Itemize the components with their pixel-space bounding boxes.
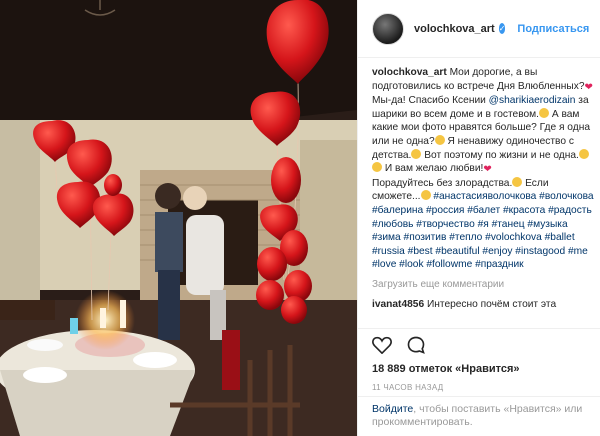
post-actions: 18 889 отметок «Нравится» 11 ЧАСОВ НАЗАД	[358, 328, 600, 392]
likes-count[interactable]: 18 889 отметок «Нравится»	[372, 363, 587, 375]
follow-button[interactable]: Подписаться	[517, 23, 589, 35]
photo-scene	[0, 0, 357, 436]
comment: ivanat4856 Интересно почём стоит эта	[372, 298, 594, 312]
post-photo[interactable]	[0, 0, 357, 436]
caption-text-7: И вам желаю любви!	[382, 163, 484, 175]
caption-hashtags[interactable]: #анастасияволочкова #волочкова #балерина…	[372, 191, 594, 270]
heart-outline-icon[interactable]	[372, 336, 392, 359]
verified-icon: ✓	[498, 23, 506, 34]
laugh-emoji-icon	[434, 134, 445, 145]
username[interactable]: volochkova_art	[414, 23, 495, 35]
blush-emoji-icon	[420, 190, 431, 201]
post-sidebar: volochkova_art ✓ Подписаться volochkova_…	[357, 0, 600, 436]
avatar[interactable]	[372, 12, 404, 45]
login-prompt: Войдите, чтобы поставить «Нравится» или …	[358, 396, 600, 429]
caption-mention[interactable]: @sharikiaerodizain	[489, 95, 576, 106]
comments-area: volochkova_art Мои дорогие, а вы подгото…	[372, 66, 594, 311]
comment-icon[interactable]	[406, 335, 426, 360]
heart-emoji-icon: ❤	[584, 81, 593, 93]
caption: volochkova_art Мои дорогие, а вы подгото…	[372, 66, 594, 272]
heart-emoji-icon-2: ❤	[483, 164, 492, 176]
caption-text-2: Мы-да! Спасибо Ксении	[372, 95, 489, 107]
timestamp: 11 ЧАСОВ НАЗАД	[372, 383, 444, 392]
post-header: volochkova_art ✓ Подписаться	[358, 0, 600, 58]
login-link[interactable]: Войдите	[372, 403, 413, 415]
smile-emoji-icon	[539, 107, 549, 118]
caption-text-6: Вот поэтому по жизни и не одна.	[421, 149, 579, 161]
comment-text: Интересно почём стоит эта	[424, 298, 557, 310]
caption-author[interactable]: volochkova_art	[372, 67, 447, 78]
sad-emoji-icon	[411, 148, 422, 159]
load-more-comments[interactable]: Загрузить еще комментарии	[372, 278, 594, 292]
comment-author[interactable]: ivanat4856	[372, 299, 424, 310]
wink-emoji-icon	[372, 162, 382, 173]
smirk-emoji-icon	[512, 176, 523, 187]
caption-text-8: Порадуйтесь без злорадства.	[372, 177, 513, 189]
thumbs-up-emoji-icon	[578, 148, 589, 159]
